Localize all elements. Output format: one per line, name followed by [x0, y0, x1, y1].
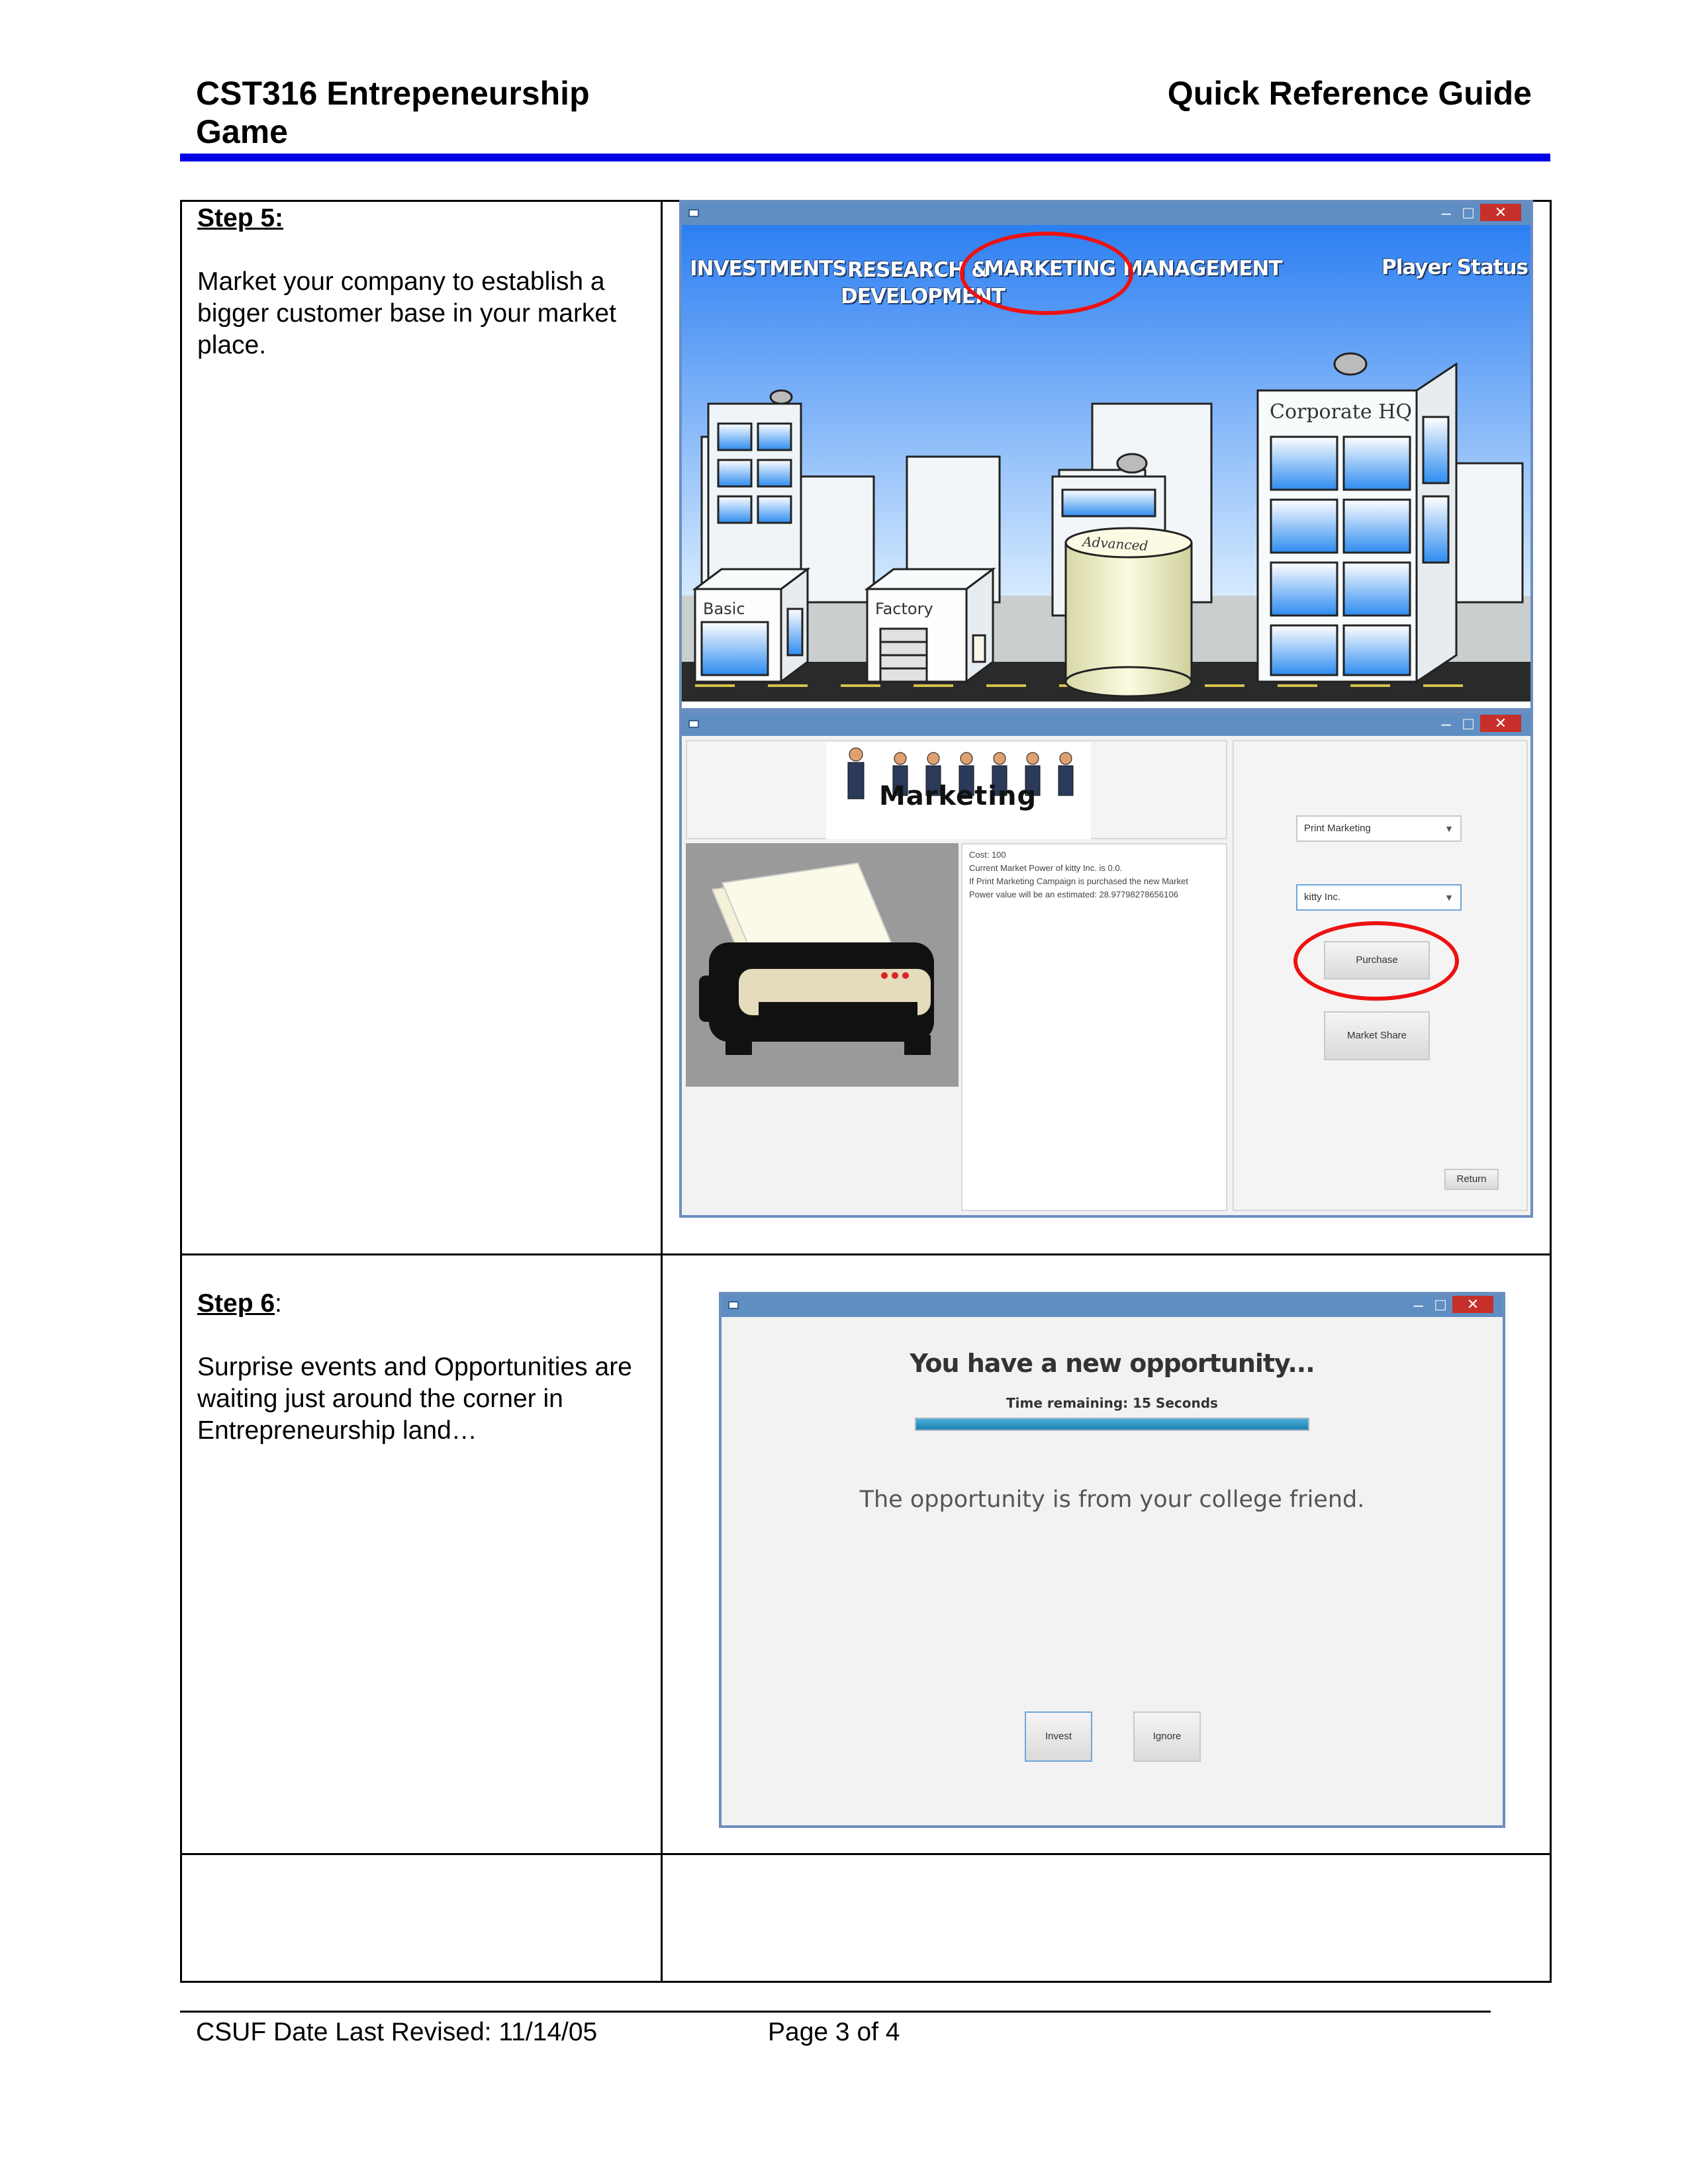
city-window-titlebar: – □ ✕ [682, 203, 1530, 225]
market-share-button[interactable]: Market Share [1324, 1011, 1430, 1060]
footer-page-number: Page 3 of 4 [768, 2018, 900, 2046]
table-row-divider-2 [180, 1853, 1552, 1855]
close-icon[interactable]: ✕ [1480, 204, 1521, 221]
printer-icon [699, 862, 934, 1055]
banner-panel: Marketing [686, 740, 1227, 839]
app-icon [688, 720, 699, 728]
timer-value: 15 Seconds [1133, 1395, 1218, 1411]
table-row-divider-1 [180, 1253, 1552, 1255]
step-5-description: Market your company to establish a bigge… [197, 267, 616, 359]
opportunity-window: – □ ✕ You have a new opportunity... Time… [719, 1292, 1505, 1828]
timer-progress-bar [915, 1418, 1309, 1431]
step-5-label: Step 5: [197, 204, 284, 232]
purchase-highlight-ellipse [1293, 921, 1459, 1001]
factory-building-label[interactable]: Factory [875, 600, 933, 618]
header-rule [180, 154, 1550, 161]
timer-text: Time remaining: 15 Seconds [722, 1395, 1503, 1411]
step-6-label: Step 6 [197, 1289, 275, 1318]
step-6-heading: Step 6: [197, 1288, 654, 1320]
table-column-divider [661, 200, 663, 1983]
timer-progress-fill [916, 1419, 1308, 1430]
campaign-type-select[interactable]: Print Marketing ▼ [1296, 815, 1462, 842]
company-value: kitty Inc. [1304, 891, 1341, 903]
marketing-banner-title: Marketing [879, 781, 1037, 811]
close-icon[interactable]: ✕ [1452, 1296, 1493, 1313]
maximize-icon[interactable]: □ [1463, 204, 1474, 221]
nav-management[interactable]: MANAGEMENT [1123, 257, 1283, 281]
title-line-2: Game [196, 113, 288, 150]
marketing-window-titlebar: – □ ✕ [682, 713, 1530, 736]
printer-image [686, 843, 959, 1087]
marketing-window: – □ ✕ Marketing Cost: 100 Current Market… [679, 711, 1533, 1218]
step-6-cell: Step 6: Surprise events and Opportunitie… [197, 1288, 654, 1447]
info-cost: Cost: 100 [969, 850, 1006, 860]
minimize-icon[interactable]: – [1442, 204, 1451, 221]
ignore-button[interactable]: Ignore [1133, 1711, 1201, 1762]
app-icon [728, 1301, 739, 1309]
document-title: CST316 Entrepeneurship Game [196, 74, 659, 151]
title-line-1: CST316 Entrepeneurship [196, 75, 590, 112]
step-6-description: Surprise events and Opportunities are wa… [197, 1353, 632, 1445]
chevron-down-icon: ▼ [1444, 892, 1454, 903]
step-6-colon: : [275, 1289, 282, 1318]
opportunity-message: The opportunity is from your college fri… [859, 1486, 1365, 1513]
footer-rule [180, 2011, 1491, 2013]
campaign-info-panel: Cost: 100 Current Market Power of kitty … [961, 843, 1227, 1211]
close-icon[interactable]: ✕ [1480, 715, 1521, 732]
basic-building-label[interactable]: Basic [703, 600, 745, 618]
footer-revision: CSUF Date Last Revised: 11/14/05 [196, 2018, 598, 2046]
chevron-down-icon: ▼ [1444, 823, 1454, 834]
app-icon [688, 209, 699, 217]
maximize-icon[interactable]: □ [1435, 1296, 1446, 1313]
timer-label: Time remaining: [1006, 1395, 1129, 1411]
nav-player-status[interactable]: Player Status [1382, 255, 1528, 279]
minimize-icon[interactable]: – [1414, 1296, 1423, 1313]
opportunity-heading: You have a new opportunity... [910, 1349, 1315, 1378]
campaign-type-value: Print Marketing [1304, 823, 1371, 834]
minimize-icon[interactable]: – [1442, 715, 1451, 732]
city-window: – □ ✕ Basic Factory Advanced Corporate H… [679, 200, 1533, 711]
invest-button[interactable]: Invest [1025, 1711, 1092, 1762]
nav-investments[interactable]: INVESTMENTS [690, 257, 847, 281]
info-current-power: Current Market Power of kitty Inc. is 0.… [969, 863, 1123, 873]
marketing-controls-panel: Print Marketing ▼ kitty Inc. ▼ Purchase Ma… [1233, 740, 1528, 1211]
corporate-hq-label[interactable]: Corporate HQ [1270, 400, 1412, 424]
opportunity-window-titlebar: – □ ✕ [722, 1295, 1503, 1317]
company-select[interactable]: kitty Inc. ▼ [1296, 884, 1462, 911]
info-estimate-line-1: If Print Marketing Campaign is purchased… [969, 876, 1188, 886]
return-button[interactable]: Return [1444, 1169, 1499, 1190]
marketing-highlight-ellipse [960, 232, 1133, 315]
info-estimate-line-2: Power value will be an estimated: 28.977… [969, 889, 1178, 899]
maximize-icon[interactable]: □ [1463, 715, 1474, 732]
marketing-banner: Marketing [826, 743, 1091, 839]
guide-title: Quick Reference Guide [1167, 75, 1532, 112]
step-5-cell: Step 5: Market your company to establish… [197, 203, 654, 361]
